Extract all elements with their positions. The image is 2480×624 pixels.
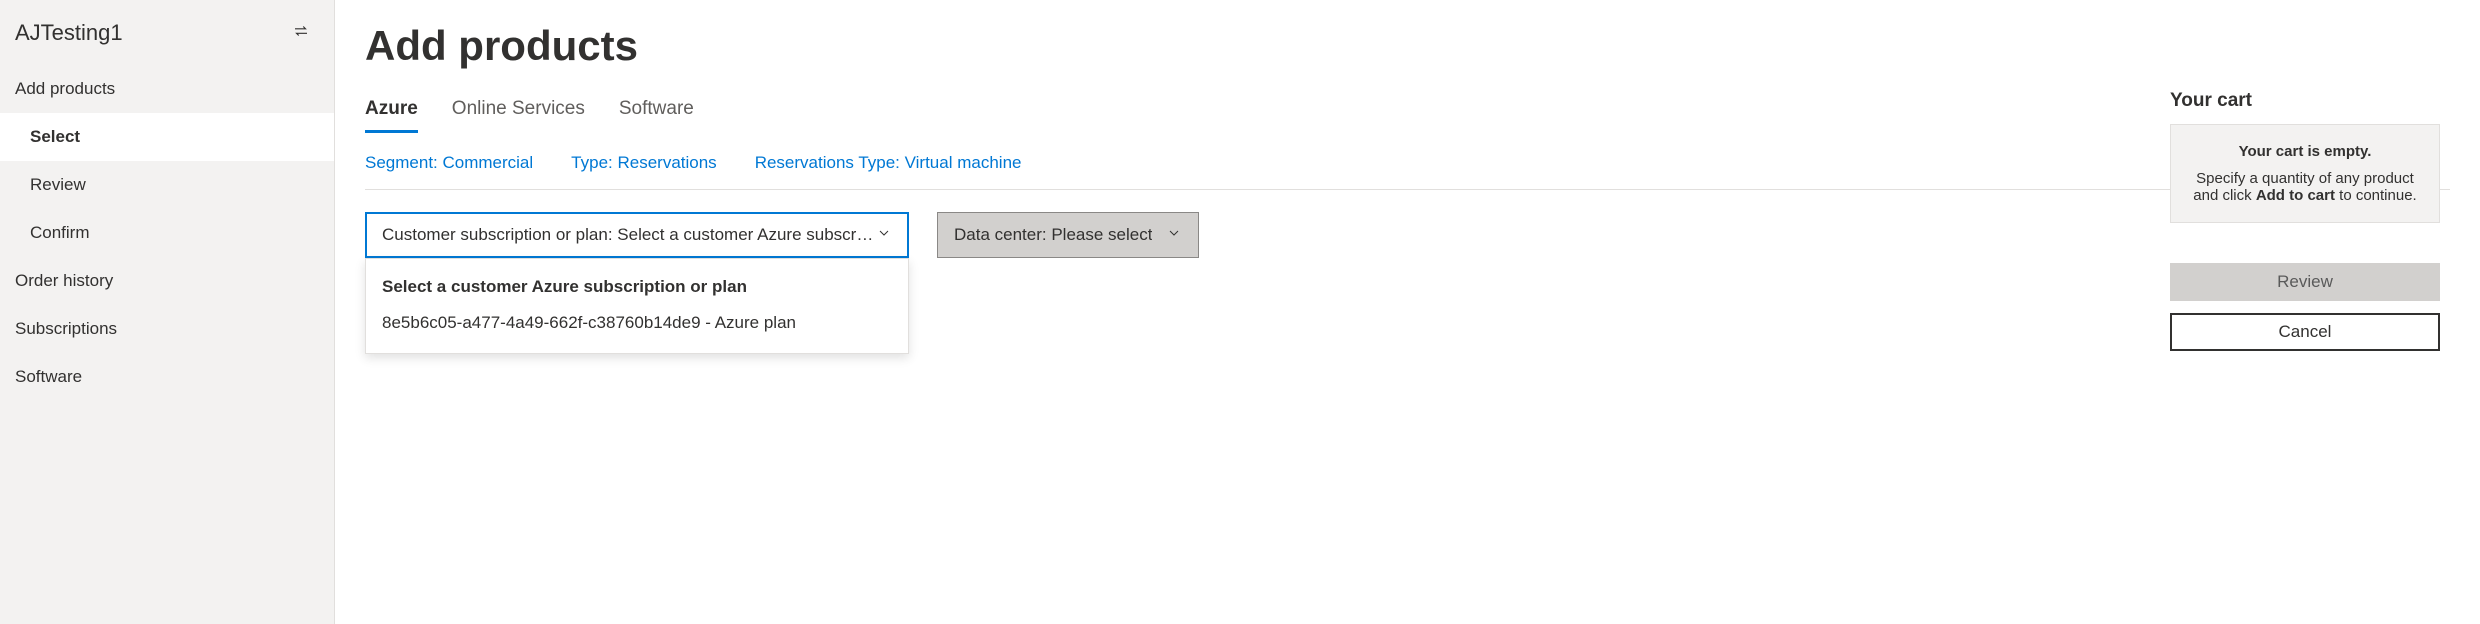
sidebar-item-label: Select [30,127,80,146]
cart-title: Your cart [2170,90,2440,112]
app-root: AJTesting1 Add products Select Review Co… [0,0,2480,624]
sidebar-item-subscriptions[interactable]: Subscriptions [0,305,334,353]
sidebar-item-label: Review [30,175,86,194]
review-button[interactable]: Review [2170,263,2440,301]
swap-icon [292,28,310,43]
cancel-button[interactable]: Cancel [2170,313,2440,351]
filter-bar: Segment: Commercial Type: Reservations R… [365,133,2450,190]
subscription-select-box[interactable]: Customer subscription or plan: Select a … [365,212,909,258]
sidebar-item-select[interactable]: Select [0,113,334,161]
tab-software[interactable]: Software [619,98,694,133]
datacenter-select-label: Data center: Please select [954,225,1152,245]
sidebar-item-label: Add products [15,79,115,98]
chevron-down-icon [1166,225,1182,246]
filter-segment[interactable]: Segment: Commercial [365,153,533,173]
sidebar-item-label: Confirm [30,223,90,242]
cart-empty-text-strong: Add to cart [2256,187,2335,204]
tab-label: Software [619,98,694,119]
cart-empty-text-post: to continue. [2335,187,2417,204]
page-title: Add products [365,22,2450,70]
main-content: Add products Azure Online Services Softw… [335,0,2480,624]
subscription-dropdown: Select a customer Azure subscription or … [365,258,909,354]
sidebar-title: AJTesting1 [15,20,123,46]
datacenter-select: Data center: Please select [937,212,1199,258]
selectors-row: Customer subscription or plan: Select a … [365,212,2450,258]
filter-reservations-type[interactable]: Reservations Type: Virtual machine [755,153,1022,173]
subscription-dropdown-heading: Select a customer Azure subscription or … [366,269,908,307]
sidebar-item-confirm[interactable]: Confirm [0,209,334,257]
sidebar-nav: Add products Select Review Confirm Order… [0,65,334,401]
sidebar-header: AJTesting1 [0,0,334,65]
datacenter-select-box[interactable]: Data center: Please select [937,212,1199,258]
cart-empty-text: Specify a quantity of any product and cl… [2193,170,2416,204]
filter-type[interactable]: Type: Reservations [571,153,717,173]
tab-azure[interactable]: Azure [365,98,418,133]
subscription-select: Customer subscription or plan: Select a … [365,212,909,258]
sidebar-item-label: Software [15,367,82,386]
tab-label: Azure [365,98,418,119]
cart-empty-heading: Your cart is empty. [2187,143,2423,160]
chevron-down-icon [876,225,892,246]
cart-panel: Your cart Your cart is empty. Specify a … [2160,90,2450,351]
tab-online-services[interactable]: Online Services [452,98,585,133]
sidebar-item-software[interactable]: Software [0,353,334,401]
sidebar-item-add-products[interactable]: Add products [0,65,334,113]
sidebar-item-order-history[interactable]: Order history [0,257,334,305]
sidebar: AJTesting1 Add products Select Review Co… [0,0,335,624]
sidebar-item-label: Subscriptions [15,319,117,338]
product-tabs: Azure Online Services Software [365,98,2450,133]
subscription-select-label: Customer subscription or plan: Select a … [382,225,876,245]
sidebar-item-label: Order history [15,271,113,290]
sidebar-item-review[interactable]: Review [0,161,334,209]
customer-switch-button[interactable] [288,18,314,47]
cart-empty-message: Your cart is empty. Specify a quantity o… [2170,124,2440,223]
subscription-dropdown-option[interactable]: 8e5b6c05-a477-4a49-662f-c38760b14de9 - A… [366,307,908,339]
tab-label: Online Services [452,98,585,119]
